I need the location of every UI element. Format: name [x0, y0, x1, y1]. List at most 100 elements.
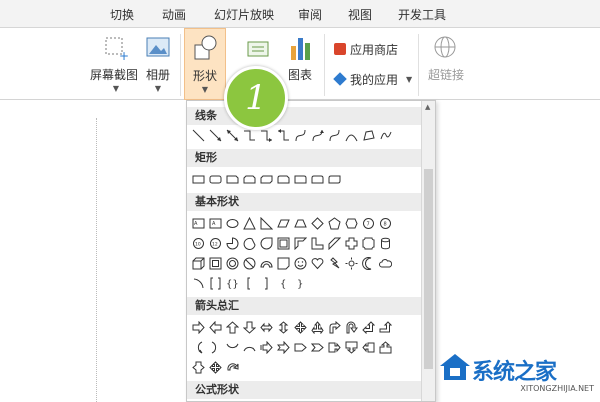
oval-shape[interactable]: [225, 215, 240, 231]
up-arrow-callout-icon[interactable]: [378, 339, 393, 355]
frame-shape[interactable]: [276, 235, 291, 251]
curved-left-arrow-icon[interactable]: [208, 339, 223, 355]
hexagon-shape[interactable]: [344, 215, 359, 231]
left-right-arrow-icon[interactable]: [259, 319, 274, 335]
hyperlink-button[interactable]: 超链接: [424, 28, 468, 100]
bent-arrow-icon[interactable]: [327, 319, 342, 335]
smiley-face-icon[interactable]: [293, 255, 308, 271]
bevel-shape[interactable]: [208, 255, 223, 271]
left-right-up-arrow-icon[interactable]: [310, 319, 325, 335]
curved-connector-shape[interactable]: [293, 127, 308, 143]
slide-editing-area[interactable]: [0, 101, 185, 402]
right-arrow-icon[interactable]: [191, 319, 206, 335]
arc-shape[interactable]: [191, 275, 206, 291]
pentagon-arrow-icon[interactable]: [293, 339, 308, 355]
folded-corner-shape[interactable]: [276, 255, 291, 271]
notched-right-arrow-icon[interactable]: [276, 339, 291, 355]
no-symbol-shape[interactable]: [242, 255, 257, 271]
tab-view[interactable]: 视图: [348, 6, 372, 23]
rounded-rectangle-shape[interactable]: [208, 171, 223, 187]
scrollbar-thumb[interactable]: [424, 169, 433, 369]
cross-shape[interactable]: [344, 235, 359, 251]
round-same-side-rectangle-shape[interactable]: [310, 171, 325, 187]
snip-round-rectangle-shape[interactable]: [276, 171, 291, 187]
can-shape[interactable]: [378, 235, 393, 251]
text-box-shape[interactable]: A: [191, 215, 206, 231]
parallelogram-shape[interactable]: [276, 215, 291, 231]
curved-up-arrow-icon[interactable]: [225, 339, 240, 355]
arrow-line-shape[interactable]: [208, 127, 223, 143]
plaque-shape[interactable]: [361, 235, 376, 251]
round-single-corner-rectangle-shape[interactable]: [293, 171, 308, 187]
heart-icon[interactable]: [310, 255, 325, 271]
block-arc-shape[interactable]: [259, 255, 274, 271]
rectangle-shape[interactable]: [191, 171, 206, 187]
right-brace-shape[interactable]: }: [293, 275, 308, 291]
moon-icon[interactable]: [361, 255, 376, 271]
right-triangle-shape[interactable]: [259, 215, 274, 231]
double-brace-shape[interactable]: {}: [225, 275, 240, 291]
freeform-shape[interactable]: [361, 127, 376, 143]
album-button[interactable]: 相册 ▼: [140, 28, 176, 100]
left-up-arrow-icon[interactable]: [361, 319, 376, 335]
curve-shape[interactable]: [344, 127, 359, 143]
screenshot-button[interactable]: + 屏幕截图 ▼: [90, 28, 138, 100]
down-arrow-callout-icon[interactable]: [344, 339, 359, 355]
chord-shape[interactable]: [242, 235, 257, 251]
chevron-shape-icon[interactable]: [310, 339, 325, 355]
trapezoid-shape[interactable]: [293, 215, 308, 231]
triangle-shape[interactable]: [242, 215, 257, 231]
diagonal-stripe-shape[interactable]: [327, 235, 342, 251]
diamond-shape[interactable]: [310, 215, 325, 231]
down-arrow-icon[interactable]: [242, 319, 257, 335]
teardrop-shape[interactable]: [259, 235, 274, 251]
lightning-bolt-icon[interactable]: [327, 255, 342, 271]
up-down-arrow-icon[interactable]: [276, 319, 291, 335]
shapes-button[interactable]: 形状 ▼: [184, 28, 226, 100]
striped-right-arrow-icon[interactable]: [259, 339, 274, 355]
curved-arrow-connector-shape[interactable]: [310, 127, 325, 143]
round-diagonal-rectangle-shape[interactable]: [327, 171, 342, 187]
u-turn-arrow-icon[interactable]: [344, 319, 359, 335]
curved-right-arrow-icon[interactable]: [191, 339, 206, 355]
snip-same-side-rectangle-shape[interactable]: [242, 171, 257, 187]
tab-review[interactable]: 审阅: [298, 6, 322, 23]
double-bracket-shape[interactable]: [208, 275, 223, 291]
octagon-shape[interactable]: 8: [378, 215, 393, 231]
dodecagon-shape[interactable]: 12: [208, 235, 223, 251]
left-right-arrow-callout-icon[interactable]: [191, 359, 206, 375]
tab-animations[interactable]: 动画: [162, 6, 186, 23]
sun-icon[interactable]: [344, 255, 359, 271]
bent-up-arrow-icon[interactable]: [378, 319, 393, 335]
elbow-double-arrow-shape[interactable]: [276, 127, 291, 143]
circular-arrow-icon[interactable]: [225, 359, 240, 375]
quad-arrow-callout-icon[interactable]: [208, 359, 223, 375]
quad-arrow-icon[interactable]: [293, 319, 308, 335]
curved-down-arrow-icon[interactable]: [242, 339, 257, 355]
decagon-shape[interactable]: 10: [191, 235, 206, 251]
tab-slideshow[interactable]: 幻灯片放映: [214, 6, 274, 23]
snip-diagonal-rectangle-shape[interactable]: [259, 171, 274, 187]
double-arrow-line-shape[interactable]: [225, 127, 240, 143]
pentagon-shape[interactable]: [327, 215, 342, 231]
left-arrow-callout-icon[interactable]: [361, 339, 376, 355]
pie-shape[interactable]: [225, 235, 240, 251]
half-frame-shape[interactable]: [293, 235, 308, 251]
right-bracket-shape[interactable]: [259, 275, 274, 291]
scribble-shape[interactable]: [378, 127, 393, 143]
tab-developer[interactable]: 开发工具: [398, 6, 446, 23]
left-bracket-shape[interactable]: [242, 275, 257, 291]
up-arrow-icon[interactable]: [225, 319, 240, 335]
left-brace-shape[interactable]: {: [276, 275, 291, 291]
heptagon-shape[interactable]: 7: [361, 215, 376, 231]
donut-shape[interactable]: [225, 255, 240, 271]
l-shape[interactable]: [310, 235, 325, 251]
tab-transitions[interactable]: 切换: [110, 6, 134, 23]
curved-double-arrow-shape[interactable]: [327, 127, 342, 143]
scroll-up-icon[interactable]: ▲: [425, 103, 430, 111]
app-store-button[interactable]: 应用商店: [334, 40, 398, 58]
vertical-text-box-shape[interactable]: A: [208, 215, 223, 231]
snip-corner-rectangle-shape[interactable]: [225, 171, 240, 187]
left-arrow-icon[interactable]: [208, 319, 223, 335]
cloud-icon[interactable]: [378, 255, 393, 271]
